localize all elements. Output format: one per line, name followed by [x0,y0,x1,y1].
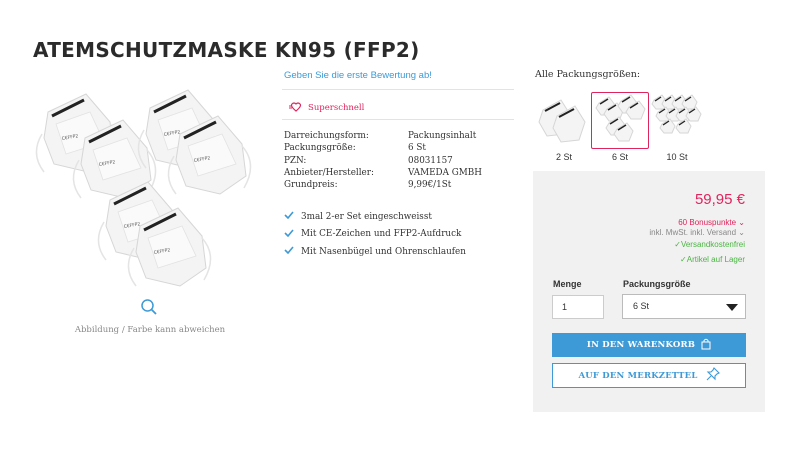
spec-label: Grundpreis: [284,180,338,191]
spec-label: Packungsgröße: [284,143,356,154]
pack-size-select[interactable]: 6 St [622,294,746,319]
pack-thumbnail [648,92,706,149]
spec-value: VAMEDA GMBH [408,167,482,178]
feature-text: Mit Nasenbügel und Ohrenschlaufen [301,246,466,257]
add-to-cart-label: IN DEN WARENKORB [586,340,696,350]
chevron-down-icon: ⌄ [738,228,745,237]
price: 59,95 € [694,191,745,208]
add-to-wishlist-label: AUF DEN MERKZETTEL [578,370,698,381]
checkmark-icon: ✓ [674,240,681,249]
bonus-points[interactable]: 60 Bonuspunkte ⌄ [678,218,745,227]
divider [282,119,514,120]
pack-size-label: 2 St [555,152,572,162]
zoom-icon[interactable] [140,298,158,316]
tax-info-label: inkl. MwSt. inkl. Versand [649,228,737,237]
spec-row: Anbieter/Hersteller: VAMEDA GMBH [284,167,482,179]
spec-row: Grundpreis: 9,99€/1St [284,179,482,191]
pack-size-label: 6 St [611,152,628,162]
feature-item: 3mal 2-er Set eingeschweisst [284,208,466,226]
shopping-bag-icon [701,338,711,353]
feature-item: Mit Nasenbügel und Ohrenschlaufen [284,243,466,261]
spec-row: PZN: 08031157 [284,155,482,167]
spec-row: Packungsgröße: 6 St [284,142,482,154]
chevron-down-icon: ⌄ [738,218,745,227]
dropdown-caret-icon [726,304,738,311]
spec-table: Darreichungsform: Packungsinhalt Packung… [284,130,482,191]
pack-size-label: 10 St [666,152,688,162]
spec-label: PZN: [284,155,307,166]
feature-text: 3mal 2-er Set eingeschweisst [301,211,432,222]
pack-size-option-6[interactable]: 6 St [591,92,649,162]
badge-label: Superschnell [308,103,365,113]
tax-info[interactable]: inkl. MwSt. inkl. Versand ⌄ [649,228,745,237]
feature-text: Mit CE-Zeichen und FFP2-Aufdruck [301,229,462,240]
stock-status-label: Artikel auf Lager [686,255,745,264]
feature-item: Mit CE-Zeichen und FFP2-Aufdruck [284,226,466,244]
pack-sizes-title: Alle Packungsgrößen: [535,69,641,80]
express-delivery-icon [289,99,303,117]
checkmark-icon: ✓ [680,255,687,264]
spec-label: Darreichungsform: [284,131,369,141]
stock-status: ✓Artikel auf Lager [680,255,745,264]
checkmark-icon [284,229,294,240]
pack-size-label: Packungsgröße [623,279,691,289]
product-title: ATEMSCHUTZMASKE KN95 (FFP2) [33,38,420,62]
bonus-points-label: 60 Bonuspunkte [678,218,737,227]
shipping-status: ✓Versandkostenfrei [674,240,745,249]
pack-thumbnail [591,92,649,149]
spec-value: 9,99€/1St [408,180,452,191]
pack-size-selected: 6 St [633,301,650,311]
shipping-status-label: Versandkostenfrei [680,240,745,249]
image-caption: Abbildung / Farbe kann abweichen [74,325,226,335]
write-review-link[interactable]: Geben Sie die erste Bewertung ab! [284,70,432,81]
quantity-input[interactable]: 1 [552,295,604,319]
add-to-wishlist-button[interactable]: AUF DEN MERKZETTEL [552,363,746,388]
pack-size-option-2[interactable]: 2 St [535,92,593,162]
quantity-label: Menge [553,279,582,289]
product-image[interactable]: C€FFP2 [30,80,260,290]
checkmark-icon [284,211,294,222]
spec-value: Packungsinhalt [408,131,477,141]
pack-thumbnail [535,92,593,149]
spec-value: 6 St [408,143,426,154]
buy-box: 59,95 € 60 Bonuspunkte ⌄ inkl. MwSt. ink… [533,171,765,412]
express-badge: Superschnell [289,99,364,117]
pin-icon [706,367,720,384]
add-to-cart-button[interactable]: IN DEN WARENKORB [552,333,746,357]
spec-row: Darreichungsform: Packungsinhalt [284,130,482,142]
divider [282,89,514,90]
spec-value: 08031157 [408,155,453,166]
checkmark-icon [284,246,294,257]
pack-size-option-10[interactable]: 10 St [648,92,706,162]
feature-list: 3mal 2-er Set eingeschweisst Mit CE-Zeic… [284,208,466,261]
spec-label: Anbieter/Hersteller: [284,167,374,178]
